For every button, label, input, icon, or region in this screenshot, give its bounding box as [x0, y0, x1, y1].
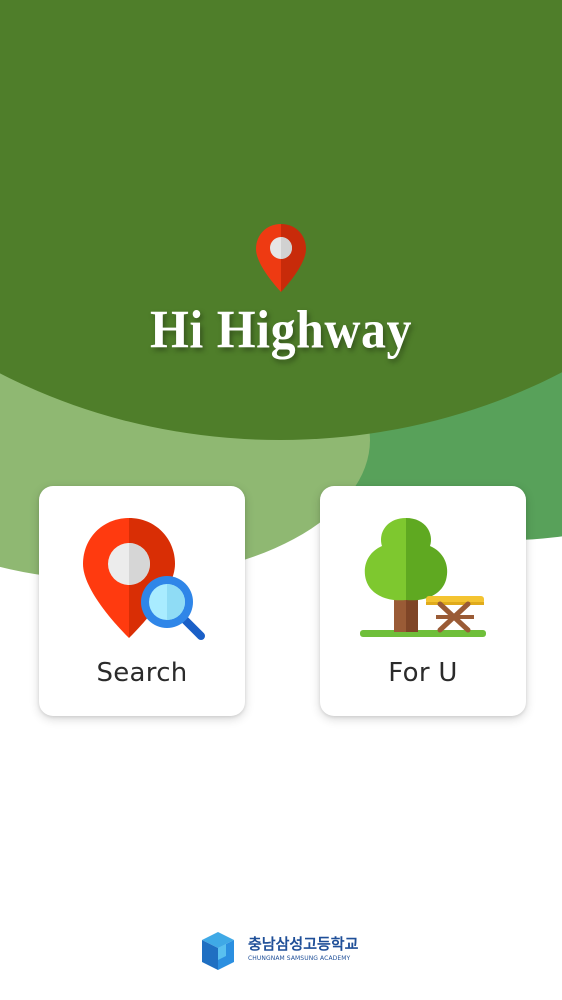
app-screen: Hi Highway Search For U 충남삼성고등학교 CHUNGNA…	[0, 0, 562, 1000]
school-logo: 충남삼성고등학교 CHUNGNAM SAMSUNG ACADEMY	[198, 928, 368, 974]
school-name: 충남삼성고등학교	[248, 935, 359, 953]
for-u-button[interactable]: For U	[320, 486, 526, 716]
location-pin-icon	[256, 224, 306, 292]
tree-picnic-table-icon	[360, 518, 486, 637]
search-button-label: Search	[96, 658, 188, 688]
search-button[interactable]: Search	[39, 486, 245, 716]
header-background	[0, 0, 562, 440]
location-search-icon	[83, 518, 205, 640]
app-title: Hi Highway	[150, 298, 412, 360]
school-name-english: CHUNGNAM SAMSUNG ACADEMY	[248, 955, 351, 962]
school-emblem-icon	[202, 932, 234, 970]
for-u-button-label: For U	[388, 658, 458, 688]
